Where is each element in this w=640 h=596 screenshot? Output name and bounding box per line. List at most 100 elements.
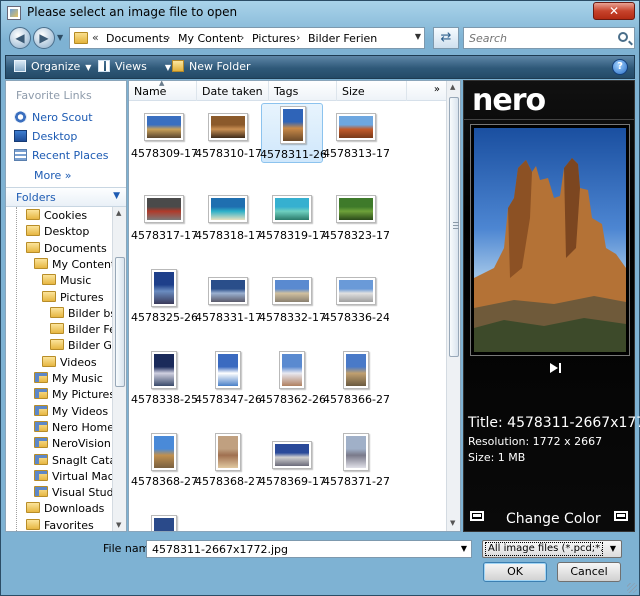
folder-tree-item[interactable]: Desktop [26, 225, 89, 241]
file-name-label: 4578310-17... [195, 147, 261, 160]
address-bar[interactable]: « Documents › My Content › Pictures › Bi… [69, 27, 425, 49]
folder-tree-item[interactable]: Music [42, 274, 91, 290]
column-date-taken[interactable]: Date taken [197, 81, 269, 101]
change-color-button[interactable]: Change Color [506, 511, 601, 527]
file-item[interactable]: 4578336-24... [323, 267, 389, 327]
filename-input[interactable] [150, 542, 450, 556]
file-item[interactable]: 4578325-26... [131, 267, 197, 327]
breadcrumb-my-content[interactable]: My Content [178, 32, 241, 45]
column-tags[interactable]: Tags [269, 81, 337, 101]
new-folder-icon [172, 60, 184, 72]
favorite-recent-places[interactable]: Recent Places [14, 149, 109, 162]
file-item[interactable]: 4578310-17... [195, 103, 261, 163]
chevron-down-icon[interactable]: ▼ [461, 544, 467, 553]
folder-tree-item[interactable]: SnagIt Catalo [34, 453, 112, 470]
address-dropdown-icon[interactable]: ▼ [415, 32, 421, 41]
scroll-up-icon[interactable]: ▲ [450, 83, 455, 91]
scroll-down-icon[interactable]: ▼ [116, 521, 121, 529]
folder-tree-item[interactable]: My Content [34, 257, 112, 274]
breadcrumb-separator-icon[interactable]: › [240, 31, 244, 44]
file-item[interactable]: 4578313-17... [323, 103, 389, 163]
folder-icon [42, 274, 56, 286]
filename-combobox[interactable]: ▼ [146, 540, 472, 558]
cancel-button[interactable]: Cancel [557, 562, 621, 582]
file-item[interactable]: 4578369-17... [259, 431, 325, 491]
folder-tree-item[interactable]: My Videos [34, 404, 108, 421]
file-item[interactable]: 4578311-26... [260, 103, 326, 163]
search-box[interactable] [463, 27, 635, 49]
folders-toggle[interactable]: Folders ▼ [6, 187, 126, 207]
breadcrumb-documents[interactable]: Documents [106, 32, 169, 45]
file-item[interactable]: 4578347-26... [195, 349, 261, 409]
breadcrumb-pictures[interactable]: Pictures [252, 32, 296, 45]
next-image-icon[interactable] [550, 362, 564, 374]
color-prev-icon[interactable] [470, 511, 484, 521]
file-item[interactable]: 4578366-27... [323, 349, 389, 409]
folder-tree-item[interactable]: My Pictures [34, 388, 112, 404]
folder-tree-item[interactable]: Bilder bsc [50, 306, 112, 323]
file-item[interactable]: 4578371-27... [323, 431, 389, 491]
more-columns-icon[interactable]: » [434, 84, 440, 95]
folder-tree-item[interactable]: Documents [26, 241, 107, 258]
file-item[interactable]: 4578331-17... [195, 267, 261, 327]
folder-tree-item[interactable]: Downloads [26, 502, 104, 518]
file-list-scrollbar[interactable]: ▲ ▼ [446, 81, 460, 531]
more-favorites-link[interactable]: More » [34, 169, 72, 182]
new-folder-button[interactable]: New Folder [172, 60, 250, 73]
file-item[interactable]: 4578368-27... [195, 431, 261, 491]
organize-button[interactable]: Organize ▼ [14, 60, 91, 73]
favorite-desktop[interactable]: Desktop [14, 130, 77, 143]
search-input[interactable] [467, 30, 607, 46]
help-icon[interactable]: ? [612, 59, 628, 75]
file-item[interactable]: 4578332-17... [259, 267, 325, 327]
chevron-down-icon[interactable]: ▼ [610, 544, 616, 553]
column-name[interactable]: Name ▲ [129, 81, 197, 101]
folder-tree-item[interactable]: NeroVision [34, 437, 111, 453]
recent-pages-dropdown-icon[interactable]: ▼ [57, 33, 63, 42]
search-icon[interactable] [618, 32, 628, 42]
color-next-icon[interactable] [614, 511, 628, 521]
views-button[interactable]: Views ▼ [98, 60, 171, 73]
scroll-up-icon[interactable]: ▲ [116, 209, 121, 217]
filetype-select[interactable]: All image files (*.pcd;*.dds;*.k ▼ [482, 540, 622, 558]
folder-tree-item[interactable]: Pictures [42, 290, 104, 307]
grip-line [453, 228, 459, 229]
forward-button[interactable]: ▶ [33, 27, 55, 49]
close-button[interactable]: ✕ [593, 2, 635, 20]
refresh-button[interactable]: ⇄ [433, 27, 459, 49]
file-item[interactable]: 4578318-17... [195, 185, 261, 245]
scroll-thumb[interactable] [115, 257, 125, 387]
folder-icon [34, 486, 48, 498]
file-item[interactable]: 4578317-17... [131, 185, 197, 245]
file-item[interactable]: 4578368-27... [131, 431, 197, 491]
folder-tree-item[interactable]: Cookies [26, 209, 87, 225]
folder-tree-item[interactable]: Bilder Feri [50, 323, 112, 339]
folder-tree-item[interactable]: Visual Studio [34, 486, 112, 502]
breadcrumb-bilder-ferien[interactable]: Bilder Ferien [308, 32, 377, 45]
folder-tree-item[interactable]: Videos [42, 355, 97, 372]
file-item[interactable]: 4578323-17... [323, 185, 389, 245]
resize-grip-icon[interactable] [627, 583, 637, 593]
ok-button[interactable]: OK [483, 562, 547, 582]
file-item[interactable]: 4578319-17... [259, 185, 325, 245]
file-item[interactable] [133, 513, 195, 531]
folder-tree-scrollbar[interactable]: ▲ ▼ [112, 207, 126, 531]
breadcrumb-separator-icon[interactable]: › [296, 31, 300, 44]
image-thumbnail [279, 351, 305, 389]
breadcrumb-separator-icon[interactable]: › [166, 31, 170, 44]
folder-tree-item[interactable]: Virtual Mach [34, 469, 112, 486]
folder-tree-item[interactable]: Bilder Ge [50, 339, 112, 355]
back-button[interactable]: ◀ [9, 27, 31, 49]
folder-tree-item[interactable]: My Music [34, 372, 103, 388]
favorite-nero-scout[interactable]: Nero Scout [14, 111, 93, 124]
scroll-down-icon[interactable]: ▼ [450, 519, 455, 527]
file-item[interactable]: 4578309-17... [131, 103, 197, 163]
path-prefix[interactable]: « [92, 31, 99, 44]
file-item[interactable]: 4578338-25... [131, 349, 197, 409]
file-item[interactable]: 4578362-26... [259, 349, 325, 409]
scroll-thumb[interactable] [449, 97, 459, 357]
folder-tree-item[interactable]: Nero Home [34, 420, 112, 437]
column-size[interactable]: Size [337, 81, 407, 101]
folder-tree-item[interactable]: Favorites [26, 518, 94, 532]
folder-label: Favorites [44, 518, 94, 532]
